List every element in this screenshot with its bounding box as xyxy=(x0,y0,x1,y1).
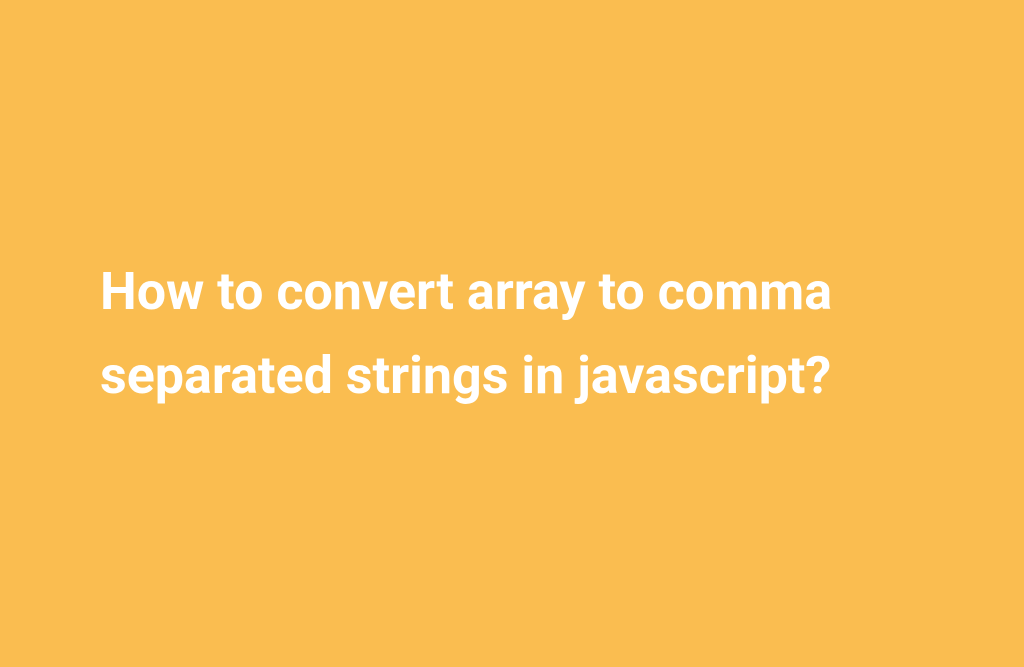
page-heading: How to convert array to comma separated … xyxy=(100,250,920,416)
